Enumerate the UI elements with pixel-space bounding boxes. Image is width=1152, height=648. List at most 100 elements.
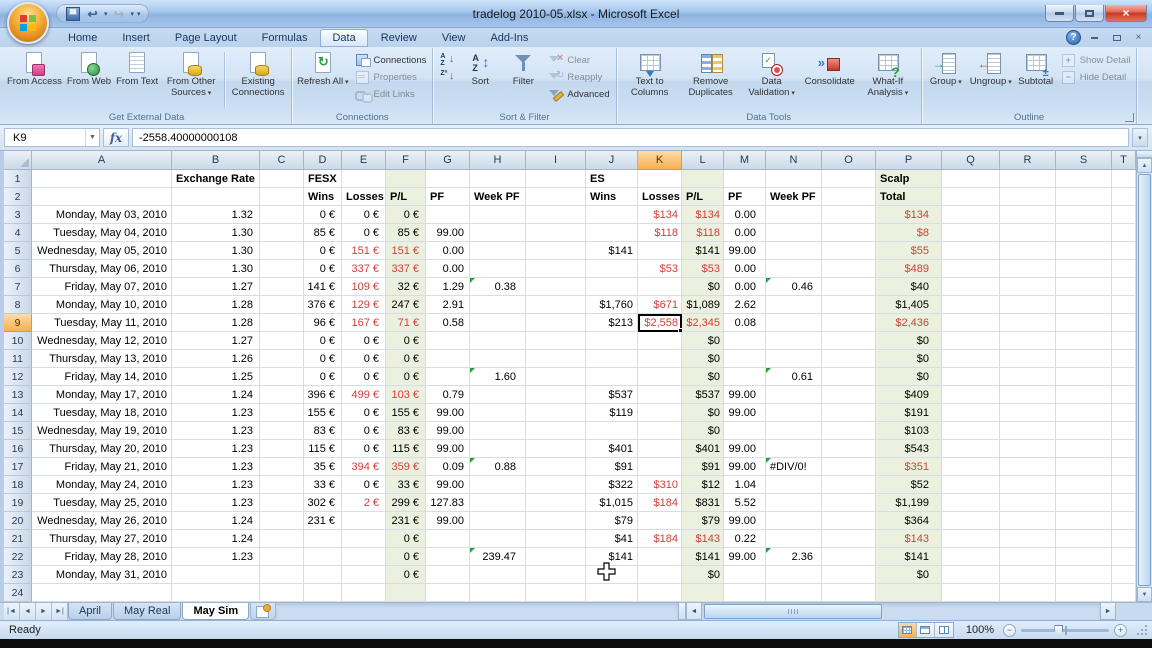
cell-R23[interactable] <box>1000 566 1056 584</box>
cell-J20[interactable]: $79 <box>586 512 638 530</box>
cell-Q17[interactable] <box>942 458 1000 476</box>
cell-B17[interactable]: 1.23 <box>172 458 260 476</box>
save-icon[interactable] <box>64 6 81 21</box>
cell-D15[interactable]: 83 € <box>304 422 342 440</box>
cell-E11[interactable]: 0 € <box>342 350 386 368</box>
cell-T4[interactable] <box>1112 224 1136 242</box>
cell-J15[interactable] <box>586 422 638 440</box>
cell-N19[interactable] <box>766 494 822 512</box>
column-header-E[interactable]: E <box>342 151 386 170</box>
cell-B23[interactable] <box>172 566 260 584</box>
column-header-K[interactable]: K <box>638 151 682 170</box>
cell-Q6[interactable] <box>942 260 1000 278</box>
cell-I16[interactable] <box>526 440 586 458</box>
normal-view-button[interactable] <box>899 623 917 637</box>
cell-T13[interactable] <box>1112 386 1136 404</box>
name-box[interactable]: K9 ▼ <box>4 128 100 147</box>
cell-S16[interactable] <box>1056 440 1112 458</box>
cell-L4[interactable]: $118 <box>682 224 724 242</box>
cell-E24[interactable] <box>342 584 386 602</box>
cell-R12[interactable] <box>1000 368 1056 386</box>
cell-P3[interactable]: $134 <box>876 206 942 224</box>
cell-A2[interactable] <box>32 188 172 206</box>
dialog-launcher-icon[interactable] <box>1125 113 1134 122</box>
cell-T14[interactable] <box>1112 404 1136 422</box>
cell-F11[interactable]: 0 € <box>386 350 426 368</box>
row-header-11[interactable]: 11 <box>4 350 32 368</box>
cell-O9[interactable] <box>822 314 876 332</box>
cell-L22[interactable]: $141 <box>682 548 724 566</box>
cell-C15[interactable] <box>260 422 304 440</box>
page-layout-view-button[interactable] <box>917 623 935 637</box>
column-header-N[interactable]: N <box>766 151 822 170</box>
cell-A12[interactable]: Friday, May 14, 2010 <box>32 368 172 386</box>
cell-H20[interactable] <box>470 512 526 530</box>
cell-M12[interactable] <box>724 368 766 386</box>
cell-B11[interactable]: 1.26 <box>172 350 260 368</box>
cell-L12[interactable]: $0 <box>682 368 724 386</box>
cell-E7[interactable]: 109 € <box>342 278 386 296</box>
cell-D21[interactable] <box>304 530 342 548</box>
row-header-9[interactable]: 9 <box>4 314 32 332</box>
column-header-L[interactable]: L <box>682 151 724 170</box>
cell-F9[interactable]: 71 € <box>386 314 426 332</box>
cell-N10[interactable] <box>766 332 822 350</box>
cell-J3[interactable] <box>586 206 638 224</box>
cell-N7[interactable]: 0.46 <box>766 278 822 296</box>
cell-P5[interactable]: $55 <box>876 242 942 260</box>
cell-K8[interactable]: $671 <box>638 296 682 314</box>
cell-L10[interactable]: $0 <box>682 332 724 350</box>
cell-E22[interactable] <box>342 548 386 566</box>
refresh-all-button[interactable]: Refresh All ▾ <box>295 49 350 111</box>
ribbon-tab-insert[interactable]: Insert <box>110 29 162 47</box>
cell-I9[interactable] <box>526 314 586 332</box>
cell-H24[interactable] <box>470 584 526 602</box>
cell-M17[interactable]: 99.00 <box>724 458 766 476</box>
cell-K19[interactable]: $184 <box>638 494 682 512</box>
cell-R15[interactable] <box>1000 422 1056 440</box>
cell-C16[interactable] <box>260 440 304 458</box>
cell-E2[interactable]: Losses <box>342 188 386 206</box>
cell-M9[interactable]: 0.08 <box>724 314 766 332</box>
zoom-slider[interactable] <box>1021 629 1109 632</box>
name-box-dropdown-icon[interactable]: ▼ <box>85 129 99 146</box>
cell-R19[interactable] <box>1000 494 1056 512</box>
cell-A16[interactable]: Thursday, May 20, 2010 <box>32 440 172 458</box>
cell-P17[interactable]: $351 <box>876 458 942 476</box>
cell-O12[interactable] <box>822 368 876 386</box>
cell-D1[interactable]: FESX <box>304 170 342 188</box>
cell-L2[interactable]: P/L <box>682 188 724 206</box>
cell-D10[interactable]: 0 € <box>304 332 342 350</box>
cell-J17[interactable]: $91 <box>586 458 638 476</box>
row-header-24[interactable]: 24 <box>4 584 32 602</box>
filter-button[interactable]: Filter <box>502 49 544 111</box>
cell-C9[interactable] <box>260 314 304 332</box>
cell-S8[interactable] <box>1056 296 1112 314</box>
cell-A21[interactable]: Thursday, May 27, 2010 <box>32 530 172 548</box>
cell-O8[interactable] <box>822 296 876 314</box>
cell-L15[interactable]: $0 <box>682 422 724 440</box>
cell-B6[interactable]: 1.30 <box>172 260 260 278</box>
cell-H19[interactable] <box>470 494 526 512</box>
cell-E3[interactable]: 0 € <box>342 206 386 224</box>
from-text-button[interactable]: From Text <box>114 49 160 111</box>
cell-L23[interactable]: $0 <box>682 566 724 584</box>
close-button[interactable]: × <box>1105 5 1147 22</box>
cell-K7[interactable] <box>638 278 682 296</box>
cell-K9[interactable]: $2,558 <box>638 314 682 332</box>
cell-C10[interactable] <box>260 332 304 350</box>
cell-F18[interactable]: 33 € <box>386 476 426 494</box>
cell-S18[interactable] <box>1056 476 1112 494</box>
cell-L19[interactable]: $831 <box>682 494 724 512</box>
cell-J11[interactable] <box>586 350 638 368</box>
ribbon-tab-add-ins[interactable]: Add-Ins <box>478 29 540 47</box>
subtotal-button[interactable]: Subtotal <box>1015 49 1057 111</box>
cell-T6[interactable] <box>1112 260 1136 278</box>
cell-S7[interactable] <box>1056 278 1112 296</box>
cell-N15[interactable] <box>766 422 822 440</box>
cell-T11[interactable] <box>1112 350 1136 368</box>
cell-S5[interactable] <box>1056 242 1112 260</box>
cell-L14[interactable]: $0 <box>682 404 724 422</box>
cell-C3[interactable] <box>260 206 304 224</box>
cell-R2[interactable] <box>1000 188 1056 206</box>
